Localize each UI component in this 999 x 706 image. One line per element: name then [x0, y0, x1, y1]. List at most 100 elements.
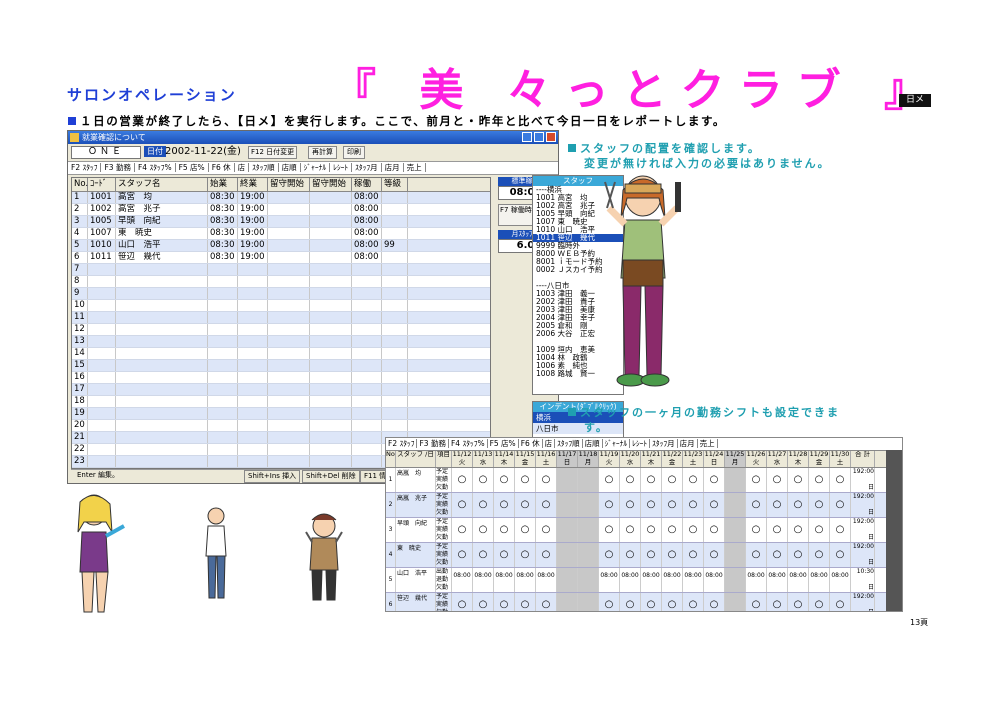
- shift-cell[interactable]: ○: [473, 593, 494, 611]
- table-row[interactable]: 20: [72, 420, 490, 432]
- shift-cell[interactable]: ○: [704, 493, 725, 517]
- table-row[interactable]: 18: [72, 396, 490, 408]
- shift-cell[interactable]: ○: [809, 593, 830, 611]
- window-tab[interactable]: ｽﾀｯﾌ順: [249, 163, 279, 172]
- insert-button[interactable]: Shift+Ins 挿入: [244, 470, 301, 483]
- shift-cell[interactable]: ○: [746, 593, 767, 611]
- shift-tab[interactable]: ｽﾀｯﾌ順: [555, 439, 583, 448]
- shift-cell[interactable]: [557, 468, 578, 492]
- shift-cell[interactable]: [725, 568, 746, 592]
- shift-cell[interactable]: ○: [830, 593, 851, 611]
- shift-cell[interactable]: ○: [746, 543, 767, 567]
- shift-cell[interactable]: ○: [452, 468, 473, 492]
- shift-cell[interactable]: 08:00: [473, 568, 494, 592]
- window-tab[interactable]: F3 勤務: [101, 163, 135, 172]
- shift-cell[interactable]: 08:00: [809, 568, 830, 592]
- table-row[interactable]: 16: [72, 372, 490, 384]
- table-row[interactable]: 19: [72, 408, 490, 420]
- shift-cell[interactable]: ○: [452, 543, 473, 567]
- window-tab[interactable]: F4 ｽﾀｯﾌ%: [134, 163, 176, 172]
- shift-cell[interactable]: ○: [809, 543, 830, 567]
- shift-cell[interactable]: ○: [788, 593, 809, 611]
- table-row[interactable]: 9: [72, 288, 490, 300]
- date-change-button[interactable]: F12 日付変更: [248, 146, 298, 159]
- window-tab[interactable]: 店順: [278, 163, 301, 172]
- shift-cell[interactable]: ○: [746, 468, 767, 492]
- shift-cell[interactable]: ○: [515, 468, 536, 492]
- store-field[interactable]: ＯＮＥ: [71, 146, 141, 159]
- shift-cell[interactable]: [578, 543, 599, 567]
- shift-tab[interactable]: F6 休: [518, 439, 543, 448]
- shift-cell[interactable]: ○: [662, 518, 683, 542]
- shift-cell[interactable]: ○: [788, 493, 809, 517]
- shift-cell[interactable]: [725, 543, 746, 567]
- table-row[interactable]: 6 1011 笹辺 幾代 08:30 19:00 08:00: [72, 252, 490, 264]
- shift-cell[interactable]: ○: [641, 543, 662, 567]
- shift-cell[interactable]: ○: [536, 468, 557, 492]
- table-row[interactable]: 17: [72, 384, 490, 396]
- shift-cell[interactable]: 08:00: [494, 568, 515, 592]
- date-field[interactable]: 2002-11-22(金): [165, 145, 241, 158]
- shift-cell[interactable]: [557, 518, 578, 542]
- shift-cell[interactable]: ○: [473, 493, 494, 517]
- window-tab[interactable]: F2 ｽﾀｯﾌ: [68, 163, 102, 172]
- window-tab[interactable]: 売上: [403, 163, 426, 172]
- shift-cell[interactable]: ○: [599, 593, 620, 611]
- shift-cell[interactable]: ○: [830, 468, 851, 492]
- table-row[interactable]: 11: [72, 312, 490, 324]
- shift-cell[interactable]: ○: [641, 468, 662, 492]
- shift-cell[interactable]: ○: [788, 468, 809, 492]
- shift-cell[interactable]: ○: [683, 543, 704, 567]
- shift-row[interactable]: 4東 暁史 予定 実績 欠勤 ○ ○ ○ ○ ○ ○ ○ ○ ○ ○ ○ ○ ○ ○ ○ ○ 192:00 日: [386, 543, 886, 568]
- shift-tab[interactable]: 店月: [677, 439, 698, 448]
- shift-cell[interactable]: ○: [536, 593, 557, 611]
- shift-cell[interactable]: ○: [809, 518, 830, 542]
- shift-cell[interactable]: 08:00: [641, 568, 662, 592]
- shift-cell[interactable]: 08:00: [830, 568, 851, 592]
- shift-cell[interactable]: ○: [641, 518, 662, 542]
- shift-cell[interactable]: ○: [704, 543, 725, 567]
- table-row[interactable]: 14: [72, 348, 490, 360]
- shift-cell[interactable]: ○: [473, 518, 494, 542]
- table-row[interactable]: 13: [72, 336, 490, 348]
- shift-cell[interactable]: ○: [599, 493, 620, 517]
- window-tab[interactable]: 店月: [381, 163, 404, 172]
- shift-cell[interactable]: ○: [788, 543, 809, 567]
- shift-cell[interactable]: ○: [599, 518, 620, 542]
- shift-cell[interactable]: ○: [515, 518, 536, 542]
- table-row[interactable]: 5 1010 山口 浩平 08:30 19:00 08:00 99: [72, 240, 490, 252]
- shift-cell[interactable]: ○: [662, 543, 683, 567]
- shift-cell[interactable]: ○: [515, 593, 536, 611]
- shift-cell[interactable]: [725, 493, 746, 517]
- table-row[interactable]: 15: [72, 360, 490, 372]
- shift-cell[interactable]: ○: [767, 493, 788, 517]
- recalculate-button[interactable]: 再計算: [308, 146, 337, 159]
- shift-cell[interactable]: ○: [620, 518, 641, 542]
- shift-row[interactable]: 2 高嵐 兆子 予定 実績 欠勤 ○ ○ ○ ○ ○ ○ ○ ○ ○ ○ ○ ○ ○ ○ ○ ○ 192:00 日: [386, 493, 886, 518]
- shift-cell[interactable]: [557, 493, 578, 517]
- shift-cell[interactable]: [578, 593, 599, 611]
- window-tab[interactable]: ｼﾞｬｰﾅﾙ: [300, 163, 331, 172]
- delete-button[interactable]: Shift+Del 削除: [302, 470, 360, 483]
- shift-cell[interactable]: [725, 593, 746, 611]
- shift-cell[interactable]: ○: [494, 543, 515, 567]
- shift-tab[interactable]: F4 ｽﾀｯﾌ%: [448, 439, 488, 448]
- shift-cell[interactable]: ○: [452, 493, 473, 517]
- table-row[interactable]: 7: [72, 264, 490, 276]
- shift-cell[interactable]: 08:00: [704, 568, 725, 592]
- table-row[interactable]: 8: [72, 276, 490, 288]
- shift-row[interactable]: 1 高嵐 均予定 実績 欠勤 ○ ○ ○ ○ ○ ○ ○ ○ ○ ○ ○ ○ ○ ○ ○ ○ 192:00 日: [386, 468, 886, 493]
- shift-cell[interactable]: ○: [452, 518, 473, 542]
- shift-cell[interactable]: ○: [704, 518, 725, 542]
- shift-cell[interactable]: [578, 493, 599, 517]
- shift-cell[interactable]: 08:00: [746, 568, 767, 592]
- shift-cell[interactable]: [578, 518, 599, 542]
- table-row[interactable]: 3 1005 早頭 向紀 08:30 19:00 08:00: [72, 216, 490, 228]
- shift-cell[interactable]: [725, 468, 746, 492]
- shift-tab[interactable]: F3 勤務: [417, 439, 449, 448]
- shift-cell[interactable]: ○: [620, 493, 641, 517]
- shift-tab[interactable]: F2 ｽﾀｯﾌ: [386, 439, 418, 448]
- shift-cell[interactable]: ○: [599, 543, 620, 567]
- shift-cell[interactable]: ○: [788, 518, 809, 542]
- shift-cell[interactable]: ○: [683, 468, 704, 492]
